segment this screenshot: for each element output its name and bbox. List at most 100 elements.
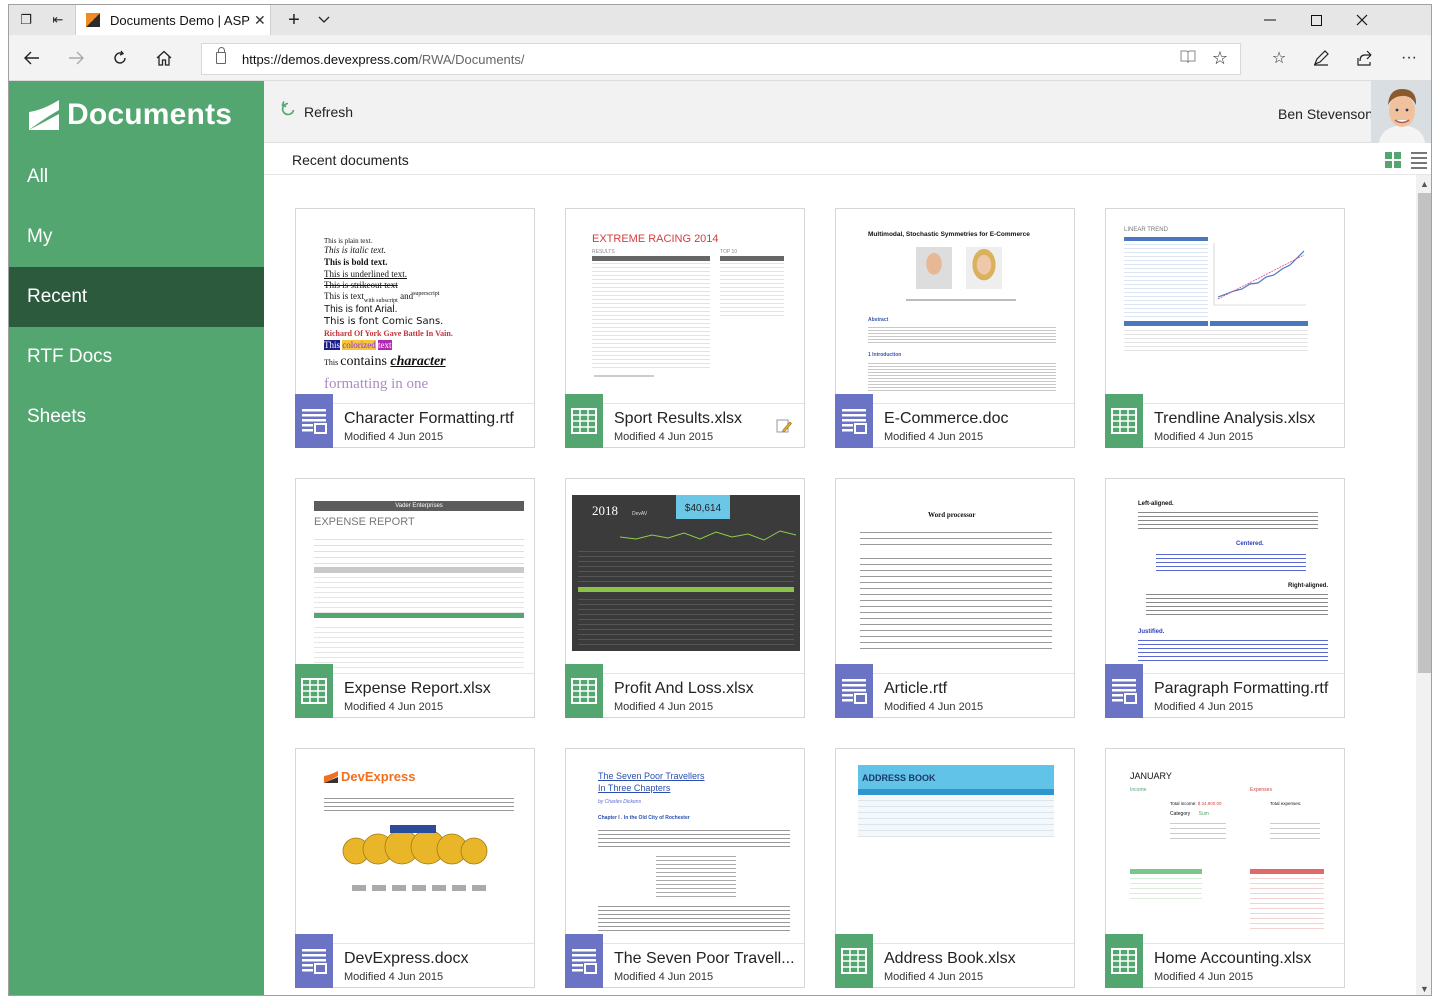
document-card[interactable]: Word processor Article.rtf Modified 4 Ju… — [835, 478, 1075, 718]
document-card[interactable]: LINEAR TREND Trendline Analysis.xlsx Mod… — [1105, 208, 1345, 448]
brand[interactable]: Documents — [29, 95, 232, 135]
list-view-icon[interactable] — [1411, 152, 1427, 169]
document-card[interactable]: This is plain text. This is italic text.… — [295, 208, 535, 448]
devexpress-logo: DevExpress — [324, 769, 415, 784]
thumb-text: EXTREME RACING 2014 — [592, 233, 719, 245]
document-card[interactable]: 2018 DevAV $40,614 Profit And Loss.xlsx — [565, 478, 805, 718]
documents-app: Documents All My Recent RTF Docs Sheets … — [9, 81, 1431, 995]
spreadsheet-file-icon — [1105, 934, 1143, 988]
document-card[interactable]: Multimodal, Stochastic Symmetries for E-… — [835, 208, 1075, 448]
thumb-text: In Three Chapters — [598, 783, 671, 793]
set-aside-tabs-icon[interactable]: ⇤ — [43, 5, 73, 35]
reading-view-icon[interactable] — [1180, 50, 1196, 68]
scroll-up-icon[interactable]: ▲ — [1416, 175, 1431, 192]
thumb-text: This is bold text. — [324, 257, 388, 267]
home-icon[interactable] — [149, 43, 179, 73]
document-card[interactable]: ADDRESS BOOK Address Book.xlsx Modified … — [835, 748, 1075, 988]
avatar[interactable] — [1371, 81, 1431, 143]
grid-view-icon[interactable] — [1385, 152, 1401, 168]
thumb-text: Total income: $ 34,800.00 — [1170, 801, 1222, 806]
devexpress-favicon-icon — [86, 13, 100, 27]
document-file-icon — [1105, 664, 1143, 718]
scroll-down-icon[interactable]: ▼ — [1416, 980, 1431, 995]
thumb-text: Category Sum — [1170, 811, 1209, 817]
document-footer: Paragraph Formatting.rtf Modified 4 Jun … — [1105, 664, 1344, 718]
spreadsheet-file-icon — [835, 934, 873, 988]
thumb-text: 1 Introduction — [868, 352, 902, 358]
document-card[interactable]: Vader Enterprises EXPENSE REPORT Expense… — [295, 478, 535, 718]
edit-pencil-icon[interactable] — [776, 418, 792, 434]
document-thumbnail: 2018 DevAV $40,614 — [566, 479, 804, 673]
document-modified: Modified 4 Jun 2015 — [344, 971, 444, 983]
spreadsheet-file-icon — [1105, 394, 1143, 448]
document-card[interactable]: The Seven Poor Travellers In Three Chapt… — [565, 748, 805, 988]
scrollbar-thumb[interactable] — [1418, 193, 1431, 673]
brand-name: Documents — [67, 98, 233, 131]
document-footer: Profit And Loss.xlsx Modified 4 Jun 2015 — [565, 664, 804, 718]
document-thumbnail: DevExpress — [296, 749, 534, 943]
expense-company: Vader Enterprises — [314, 501, 524, 511]
document-modified: Modified 4 Jun 2015 — [614, 431, 714, 443]
document-name: Profit And Loss.xlsx — [614, 680, 754, 697]
tab-actions-icon[interactable]: ❐ — [11, 5, 41, 35]
close-window-button[interactable] — [1339, 5, 1385, 35]
thumb-text: This is font Comic Sans. — [324, 316, 444, 327]
document-footer: The Seven Poor Travell... Modified 4 Jun… — [565, 934, 804, 988]
thumb-text: Right-aligned. — [1288, 583, 1328, 589]
thumb-text: Income — [1130, 787, 1147, 793]
nav-item-my[interactable]: My — [9, 207, 264, 267]
url-text: https://demos.devexpress.com/RWA/Documen… — [242, 52, 525, 67]
tab-close-icon[interactable]: ✕ — [254, 12, 266, 29]
new-tab-button[interactable]: + — [279, 5, 309, 35]
author-photo-2 — [966, 247, 1002, 289]
browser-tab[interactable]: Documents Demo | ASP ✕ — [75, 5, 271, 35]
back-icon[interactable] — [17, 43, 47, 73]
favorite-star-icon[interactable]: ☆ — [1212, 48, 1228, 69]
reload-icon[interactable] — [105, 43, 135, 73]
document-modified: Modified 4 Jun 2015 — [344, 701, 444, 713]
document-modified: Modified 4 Jun 2015 — [884, 701, 984, 713]
document-name: E-Commerce.doc — [884, 410, 1009, 427]
document-thumbnail: Multimodal, Stochastic Symmetries for E-… — [836, 209, 1074, 403]
document-modified: Modified 4 Jun 2015 — [884, 971, 984, 983]
document-card[interactable]: EXTREME RACING 2014 RESULTS TOP 10 Sport… — [565, 208, 805, 448]
devexpress-brand-text: DevExpress — [341, 769, 416, 784]
top-toolbar: Refresh Ben Stevenson — [264, 81, 1431, 143]
thumb-text: RESULTS — [592, 249, 615, 255]
document-card[interactable]: JANUARY Income Expenses Total income: $ … — [1105, 748, 1345, 988]
pl-dashboard: 2018 DevAV $40,614 — [572, 495, 800, 651]
address-bar[interactable]: https://demos.devexpress.com/RWA/Documen… — [201, 43, 1241, 75]
tab-list-chevron-icon[interactable] — [309, 5, 339, 35]
thumb-text: Justified. — [1138, 629, 1165, 635]
thumb-text: Expenses — [1250, 787, 1272, 793]
document-name: Home Accounting.xlsx — [1154, 950, 1312, 967]
document-file-icon — [835, 394, 873, 448]
thumb-text: This is underlined text. — [324, 269, 407, 279]
thumb-text: This is textwith subscript andsuperscrip… — [324, 291, 440, 304]
favorites-hub-icon[interactable]: ☆ — [1263, 43, 1295, 73]
nav-item-all[interactable]: All — [9, 147, 264, 207]
maximize-button[interactable] — [1293, 5, 1339, 35]
minimize-button[interactable] — [1247, 5, 1293, 35]
nav-item-recent[interactable]: Recent — [9, 267, 264, 327]
web-note-pen-icon[interactable] — [1305, 43, 1337, 73]
refresh-button[interactable]: Refresh — [280, 101, 353, 122]
more-actions-icon[interactable]: ··· — [1393, 43, 1425, 73]
thumb-text: by Charles Dickens — [598, 799, 642, 805]
vertical-scrollbar[interactable]: ▲ ▼ — [1416, 175, 1431, 995]
nav-item-sheets[interactable]: Sheets — [9, 387, 264, 447]
nav-item-rtf-docs[interactable]: RTF Docs — [9, 327, 264, 387]
share-icon[interactable] — [1349, 43, 1381, 73]
document-name: DevExpress.docx — [344, 950, 469, 967]
document-card[interactable]: DevExpress DevExpress.docx Modified 4 Ju… — [295, 748, 535, 988]
thumb-text: This is strikeout text — [324, 280, 398, 290]
documents-grid: This is plain text. This is italic text.… — [264, 175, 1431, 995]
document-modified: Modified 4 Jun 2015 — [1154, 431, 1254, 443]
document-card[interactable]: Left-aligned. Centered. Right-aligned. J… — [1105, 478, 1345, 718]
thumb-text: Centered. — [1236, 541, 1264, 547]
lock-icon — [216, 47, 226, 64]
section-header: Recent documents — [264, 143, 1431, 175]
document-thumbnail: This is plain text. This is italic text.… — [296, 209, 534, 403]
user-name[interactable]: Ben Stevenson — [1278, 106, 1373, 122]
forward-icon[interactable] — [61, 43, 91, 73]
